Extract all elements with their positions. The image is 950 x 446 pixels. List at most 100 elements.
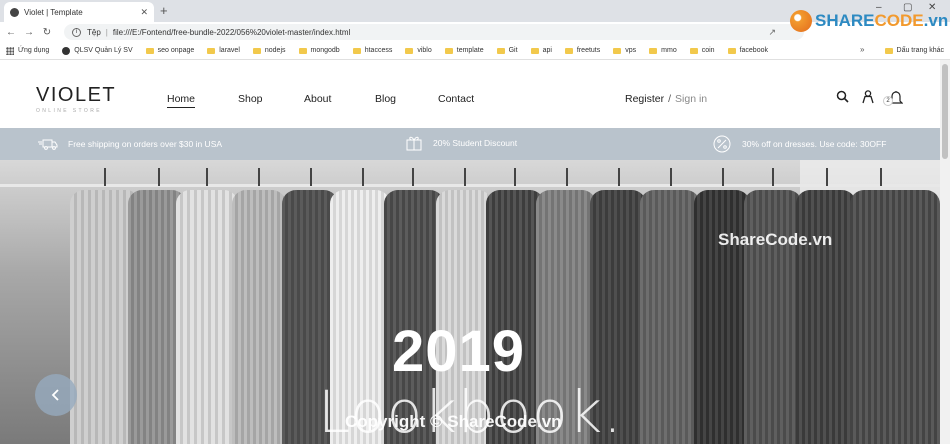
bookmark-label: template <box>456 47 484 54</box>
bookmark-coin[interactable]: coin <box>689 47 715 54</box>
logo-part-share: SHARE <box>815 11 875 30</box>
folder-icon <box>530 47 539 54</box>
folder-icon <box>352 47 361 54</box>
promo-dresses: 30% off on dresses. Use code: 30OFF <box>712 135 886 153</box>
bookmark-apps[interactable]: Ứng dụng <box>6 46 50 55</box>
back-icon[interactable]: ← <box>4 27 18 38</box>
slider-prev-button[interactable] <box>35 374 77 416</box>
bookmark-api[interactable]: api <box>530 47 552 54</box>
nav-contact[interactable]: Contact <box>438 93 474 105</box>
folder-icon <box>727 47 736 54</box>
promo-bar: Free shipping on orders over $30 in USA … <box>0 128 940 160</box>
page-scrollbar[interactable] <box>940 60 950 444</box>
share-icon[interactable]: ↗ <box>768 27 776 38</box>
address-bar[interactable]: i Tệp | file:///E:/Fontend/free-bundle-2… <box>64 24 804 40</box>
folder-icon <box>496 47 505 54</box>
folder-icon <box>207 47 216 54</box>
bookmark-seo-onpage[interactable]: seo onpage <box>145 47 195 54</box>
apps-grid-icon <box>6 46 14 55</box>
site-logo[interactable]: VIOLET ONLINE STORE <box>36 84 116 114</box>
promo-shipping: Free shipping on orders over $30 in USA <box>38 138 222 150</box>
scrollbar-thumb[interactable] <box>942 64 948 159</box>
cart-count-badge: 2 <box>883 96 893 106</box>
new-tab-icon[interactable]: + <box>160 3 168 18</box>
bookmark-site-icon <box>62 46 71 55</box>
chevron-left-icon <box>51 389 59 401</box>
promo-student-text: 20% Student Discount <box>433 138 518 148</box>
user-icon[interactable] <box>862 90 874 104</box>
logo-tagline: ONLINE STORE <box>36 108 102 114</box>
bookmark-label: nodejs <box>264 47 286 54</box>
sharecode-ball-icon <box>790 10 812 32</box>
address-url: file:///E:/Fontend/free-bundle-2022/056%… <box>112 27 351 37</box>
bookmark-git[interactable]: Git <box>496 47 518 54</box>
folder-icon <box>689 47 698 54</box>
bookmark-other[interactable]: Dấu trang khác <box>884 47 944 54</box>
bookmark-mmo[interactable]: mmo <box>649 47 677 54</box>
bookmark-template[interactable]: template <box>444 47 484 54</box>
bookmark-label: mmo <box>661 47 677 54</box>
bookmark-label: mongodb <box>310 47 340 54</box>
truck-icon <box>38 139 58 150</box>
promo-shipping-text: Free shipping on orders over $30 in USA <box>68 139 223 149</box>
bookmark-label: api <box>542 47 552 54</box>
bookmark-label: vps <box>625 47 637 54</box>
search-icon[interactable] <box>836 90 849 103</box>
folder-icon <box>252 47 261 54</box>
address-prefix: Tệp <box>87 27 101 37</box>
auth-separator: / <box>668 93 672 105</box>
watermark-middle: ShareCode.vn <box>718 230 833 249</box>
bookmark-htaccess[interactable]: htaccess <box>352 47 393 54</box>
info-icon[interactable]: i <box>72 27 81 37</box>
bookmarks-more-icon[interactable]: » <box>860 45 864 54</box>
bookmark-label: freetuts <box>576 47 601 54</box>
bookmarks-bar: Ứng dụng QLSV Quản Lý SV seo onpage lara… <box>0 42 950 60</box>
tab-title: Violet | Template <box>24 7 83 17</box>
folder-icon <box>649 47 658 54</box>
address-separator: | <box>105 27 108 37</box>
logo-part-code: CODE <box>874 11 924 30</box>
bookmark-label: laravel <box>219 47 240 54</box>
gift-icon <box>406 136 422 151</box>
reload-icon[interactable]: ↻ <box>40 27 54 38</box>
bookmark-viblo[interactable]: viblo <box>405 47 432 54</box>
bookmark-label: Dấu trang khác <box>896 47 944 54</box>
bookmark-label: seo onpage <box>157 47 195 54</box>
folder-icon <box>298 47 307 54</box>
clothes-rail <box>0 184 940 187</box>
nav-blog[interactable]: Blog <box>375 93 396 105</box>
bookmark-label: htaccess <box>364 47 393 54</box>
bookmark-label: Git <box>508 47 518 54</box>
bookmark-freetuts[interactable]: freetuts <box>564 47 601 54</box>
nav-about[interactable]: About <box>304 93 331 105</box>
nav-home[interactable]: Home <box>167 93 196 108</box>
bookmark-vps[interactable]: vps <box>613 47 636 54</box>
bookmark-facebook[interactable]: facebook <box>727 47 768 54</box>
bookmark-mongodb[interactable]: mongodb <box>298 47 340 54</box>
close-tab-icon[interactable]: ✕ <box>140 7 148 18</box>
folder-icon <box>145 47 154 54</box>
folder-icon <box>405 47 414 54</box>
bookmark-label: viblo <box>417 47 432 54</box>
bookmark-laravel[interactable]: laravel <box>207 47 240 54</box>
forward-icon[interactable]: → <box>22 27 36 38</box>
bookmark-qlsv[interactable]: QLSV Quản Lý SV <box>62 46 133 55</box>
browser-tab[interactable]: Violet | Template ✕ <box>4 2 154 22</box>
bookmark-nodejs[interactable]: nodejs <box>252 47 286 54</box>
logo-text: VIOLET <box>36 84 117 106</box>
sign-in-link[interactable]: Sign in <box>675 93 707 105</box>
watermark-copyright: Copyright © ShareCode.vn <box>345 412 562 431</box>
bookmark-label: facebook <box>739 47 768 54</box>
bookmark-label: QLSV Quản Lý SV <box>74 47 133 54</box>
promo-dresses-text: 30% off on dresses. Use code: 30OFF <box>742 139 887 149</box>
promo-student: 20% Student Discount <box>405 135 517 151</box>
bookmark-label: Ứng dụng <box>18 47 50 54</box>
folder-icon <box>564 47 573 54</box>
folder-icon <box>613 47 622 54</box>
register-link[interactable]: Register <box>625 93 664 105</box>
hero-year: 2019 <box>392 319 526 384</box>
logo-part-vn: .vn <box>923 11 949 30</box>
nav-shop[interactable]: Shop <box>238 93 263 105</box>
sharecode-logo: SHARE CODE .vn <box>790 10 948 32</box>
bookmark-label: coin <box>701 47 715 54</box>
